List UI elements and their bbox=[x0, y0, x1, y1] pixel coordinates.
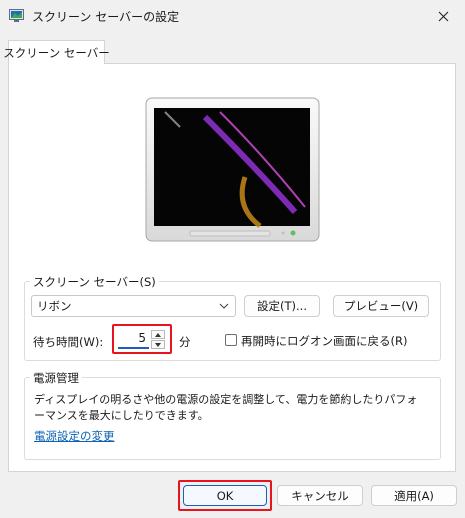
resume-logon-label[interactable]: 再開時にログオン画面に戻る(R) bbox=[241, 333, 407, 349]
screensaver-selected-value: リボン bbox=[37, 299, 72, 313]
wait-time-unit: 分 bbox=[179, 335, 191, 349]
chevron-down-icon bbox=[219, 303, 229, 309]
chevron-down-icon bbox=[155, 342, 161, 347]
ok-button[interactable]: OK bbox=[183, 485, 267, 506]
wait-time-value: 5 bbox=[138, 331, 146, 345]
tab-screensaver[interactable]: スクリーン セーバー bbox=[3, 40, 110, 64]
settings-button[interactable]: 設定(T)... bbox=[244, 295, 320, 317]
close-button[interactable] bbox=[421, 0, 465, 32]
change-power-settings-link[interactable]: 電源設定の変更 bbox=[34, 428, 115, 444]
wait-time-label: 待ち時間(W): bbox=[33, 335, 104, 349]
power-description-line1: ディスプレイの明るさや他の電源の設定を調整して、電力を節約したりパフォ bbox=[34, 393, 418, 406]
screensaver-select[interactable]: リボン bbox=[31, 295, 236, 317]
screensaver-monitor-icon bbox=[9, 9, 24, 23]
apply-button[interactable]: 適用(A) bbox=[371, 485, 457, 506]
close-icon bbox=[438, 11, 448, 21]
power-description-line2: ーマンスを最大にしたりできます。 bbox=[34, 409, 209, 422]
power-group-label: 電源管理 bbox=[30, 370, 82, 386]
spin-up-button[interactable] bbox=[151, 330, 165, 339]
cancel-button[interactable]: キャンセル bbox=[277, 485, 363, 506]
resume-logon-checkbox[interactable] bbox=[225, 334, 237, 346]
screensaver-group-label: スクリーン セーバー(S) bbox=[30, 274, 159, 290]
spin-down-button[interactable] bbox=[151, 340, 165, 349]
monitor-preview-image bbox=[145, 97, 320, 242]
preview-button[interactable]: プレビュー(V) bbox=[333, 295, 429, 317]
chevron-up-icon bbox=[155, 332, 161, 337]
window-title: スクリーン セーバーの設定 bbox=[32, 10, 180, 24]
